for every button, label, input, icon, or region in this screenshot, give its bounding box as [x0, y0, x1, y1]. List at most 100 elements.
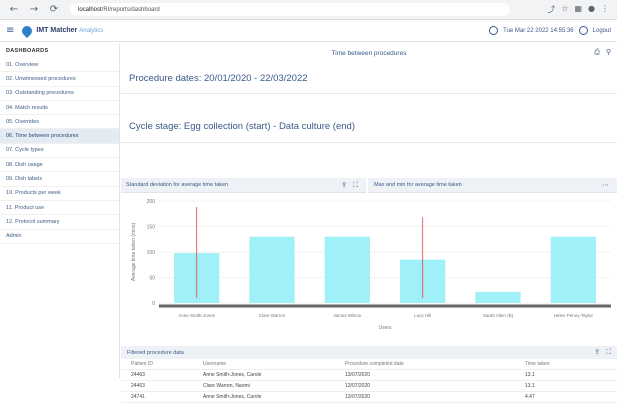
sidebar-item[interactable]: 07. Cycle types — [0, 144, 119, 159]
table-column-header[interactable]: Patient ID — [121, 361, 203, 367]
sidebar-item[interactable]: 08. Dish usage — [0, 158, 119, 173]
url-host: localhost — [78, 6, 102, 13]
panel-icons: ⇪ ⛶ — [341, 181, 358, 190]
hamburger-icon[interactable]: ≡ — [6, 25, 14, 36]
brand-name: IMT Matcher — [36, 27, 78, 34]
y-tick-label: 100 — [147, 250, 156, 256]
main-content: Time between procedures ⎙ ⚲ Procedure da… — [121, 43, 617, 403]
sidebar-title: DASHBOARDS — [6, 48, 49, 54]
std-dev-chart: 0 50 100 150 200 Average time taken (mins) Ann… — [121, 193, 617, 338]
share-icon[interactable]: ⤴ — [547, 4, 555, 15]
user-icon[interactable] — [578, 26, 588, 35]
page-title-bar: Time between procedures ⎙ ⚲ — [121, 43, 617, 63]
more-icon[interactable]: ⋯ — [602, 181, 609, 189]
x-tick-label: Anne Smith-Jones — [178, 313, 216, 318]
x-tick-label: Sarah Allen (B) — [483, 313, 514, 318]
procedure-table: Patient ID Username Procedure completed da… — [121, 359, 617, 403]
panel-header-max-min: Max and min for average time taken ⋯ — [368, 178, 617, 193]
clock-icon — [489, 26, 499, 35]
panel-icons-right: ⋯ — [602, 181, 609, 189]
url-path: /RI/reports/dashboard — [101, 6, 160, 13]
sidebar: DASHBOARDS 01. Overview 02. Unwitnessed p… — [0, 43, 120, 378]
sidebar-item[interactable]: Admin — [0, 230, 119, 244]
header-right: Tue Mar 22 2022 14:55:36 Logout — [489, 26, 617, 35]
profile-icon[interactable]: ● — [588, 4, 595, 15]
chart-bar[interactable] — [324, 236, 370, 303]
sidebar-item[interactable]: 05. Overrides — [0, 115, 119, 130]
page-title: Time between procedures — [331, 49, 407, 57]
y-tick-label: 200 — [147, 199, 156, 205]
chart-svg: 0 50 100 150 200 Average time taken (mins) Ann… — [131, 199, 611, 331]
x-tick-label: Clare Warren — [259, 313, 286, 318]
table-header-bar: Filtered procedure data ⇪ ⛶ — [121, 346, 617, 359]
table-column-header[interactable]: Username — [203, 361, 345, 367]
panel-header-std-dev: Standard deviation for average time take… — [121, 178, 366, 193]
fullscreen-icon[interactable]: ⛶ — [606, 348, 611, 357]
brand: IMT Matcher Analytics — [36, 27, 103, 34]
logout-link[interactable]: Logout — [593, 28, 611, 34]
chart-bar[interactable] — [475, 291, 521, 303]
page-title-icons: ⎙ ⚲ — [594, 48, 611, 57]
forward-arrow-icon[interactable]: → — [28, 4, 40, 16]
y-tick-label: 50 — [149, 276, 155, 282]
table-row[interactable]: 24463 Anne Smith-Jones, Carole 13/07/2020 1… — [121, 370, 617, 381]
filter-icon[interactable]: ⚲ — [606, 48, 611, 57]
print-icon[interactable]: ⎙ — [594, 48, 600, 57]
sidebar-item[interactable]: 09. Dish labels — [0, 172, 119, 187]
cycle-stage: Cycle stage: Egg collection (start) - Da… — [121, 111, 617, 143]
fullscreen-icon[interactable]: ⛶ — [353, 181, 358, 190]
chart-bar[interactable] — [550, 236, 596, 303]
table-cell: 13/07/2020 — [345, 383, 371, 389]
sidebar-item[interactable]: 02. Unwitnessed procedures — [0, 72, 119, 87]
chart-bar[interactable] — [249, 236, 295, 303]
more-icon[interactable]: ⋮ — [601, 4, 609, 15]
export-icon[interactable]: ⇪ — [594, 348, 600, 357]
panel-title-std-dev: Standard deviation for average time take… — [126, 182, 229, 188]
sidebar-item[interactable]: 11. Product use — [0, 201, 119, 216]
table-cell: 13.1 — [525, 383, 535, 389]
y-tick-label: 150 — [147, 225, 156, 231]
table-row[interactable]: 24741 Anne Smith-Jones, Carole 13/07/2020 4… — [121, 392, 617, 403]
export-icon[interactable]: ⇪ — [341, 181, 347, 190]
reload-icon[interactable]: ⟳ — [48, 4, 60, 16]
datetime: Tue Mar 22 2022 14:55:36 — [503, 27, 574, 34]
table-cell: Clare Warren, Naomi — [203, 383, 250, 389]
procedure-dates: Procedure dates: 20/01/2020 - 22/03/2022 — [121, 63, 617, 94]
extensions-icon[interactable]: ▦ — [574, 4, 582, 15]
sidebar-item[interactable]: 04. Match results — [0, 101, 119, 116]
y-axis-label: Average time taken (mins) — [131, 223, 137, 282]
table-cell: 24463 — [131, 372, 145, 378]
star-icon[interactable]: ☆ — [561, 4, 568, 15]
table-cell: 13.1 — [525, 372, 535, 378]
table-icons: ⇪ ⛶ — [594, 348, 611, 357]
table-title: Filtered procedure data — [127, 349, 184, 356]
table-row[interactable]: 24463 Clare Warren, Naomi 13/07/2020 13.1 — [121, 381, 617, 392]
sidebar-item[interactable]: 06. Time between procedures — [0, 129, 119, 144]
x-tick-label: Helen Penny-Taylor — [554, 313, 594, 318]
table-cell: 4.47 — [525, 394, 535, 400]
x-tick-label: Lucy Hill — [414, 313, 431, 318]
y-tick-label: 0 — [152, 301, 155, 307]
logo-icon — [20, 23, 35, 38]
sidebar-item[interactable]: 12. Protocol summary — [0, 215, 119, 230]
brand-sub: Analytics — [79, 28, 104, 34]
table-cell: 13/07/2020 — [345, 394, 371, 400]
table-cell: 13/07/2020 — [345, 372, 371, 378]
x-tick-label: James Wilson — [333, 313, 362, 318]
table-column-header[interactable]: Procedure completed date — [345, 361, 525, 367]
browser-actions: ⤴ ☆ ▦ ● ⋮ — [547, 4, 617, 15]
back-arrow-icon[interactable]: ← — [8, 4, 20, 16]
sidebar-list: 01. Overview 02. Unwitnessed procedures 03… — [0, 58, 119, 244]
sidebar-item[interactable]: 01. Overview — [0, 58, 119, 73]
sidebar-item[interactable]: 03. Outstanding procedures — [0, 87, 119, 101]
table-cell: Anne Smith-Jones, Carole — [203, 372, 262, 378]
table-head-row: Patient ID Username Procedure completed da… — [121, 359, 617, 370]
table-column-header[interactable]: Time taken — [525, 361, 617, 367]
table-cell: Anne Smith-Jones, Carole — [203, 394, 262, 400]
panel-title-max-min: Max and min for average time taken — [374, 182, 462, 188]
x-axis-label: Users — [378, 325, 392, 331]
app-header: ≡ IMT Matcher Analytics Tue Mar 22 2022 1… — [0, 20, 617, 42]
browser-toolbar: ← → ⟳ localhost /RI/reports/dashboard ⤴ … — [0, 0, 617, 20]
address-bar[interactable]: localhost /RI/reports/dashboard — [70, 3, 510, 16]
sidebar-item[interactable]: 10. Products per week — [0, 187, 119, 201]
